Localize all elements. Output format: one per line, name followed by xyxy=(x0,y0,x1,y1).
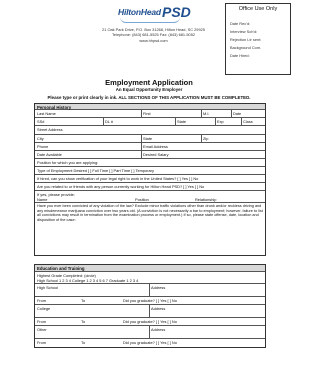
grade-options[interactable]: High School 1 2 3 4 College 1 2 3 4 5 6 … xyxy=(37,278,138,283)
office-use-box: Office Use Only Date Rec'd: Interview Sc… xyxy=(225,3,291,75)
other-school-row: Other Address xyxy=(35,326,265,339)
company-address: 21 Oak Park Drive, P.O. Box 31268, Hilto… xyxy=(96,27,211,43)
street-field[interactable]: Street Address xyxy=(37,127,63,132)
other-from-field[interactable]: From xyxy=(37,340,46,345)
dl-state-field[interactable]: State xyxy=(177,119,186,124)
college-address-field[interactable]: Address xyxy=(151,306,165,311)
high-school-row: High School Address xyxy=(35,284,265,297)
date-available-field[interactable]: Date Available xyxy=(37,152,62,157)
zip-field[interactable]: Zip xyxy=(203,136,208,141)
other-to-field[interactable]: To xyxy=(81,340,85,345)
availability-row: Date Available Desired Salary xyxy=(35,151,265,159)
other-address-field[interactable]: Address xyxy=(151,327,165,332)
interview-label: Interview Sch'd: xyxy=(230,29,258,34)
mi-field[interactable]: M.I. xyxy=(203,111,209,116)
ssn-field[interactable]: SS# xyxy=(37,119,44,124)
name-row: Last Name First M.I. Date xyxy=(35,110,265,118)
form-notice: Please type or print clearly in ink. ALL… xyxy=(47,95,251,100)
verification-question[interactable]: If hired, can you show verification of y… xyxy=(37,176,198,181)
conviction-question[interactable]: Have you ever been convicted of any viol… xyxy=(35,203,265,223)
college-to-field[interactable]: To xyxy=(81,319,85,324)
employment-type-options[interactable]: Type of Employment Desired [ ] Full Time… xyxy=(37,168,154,173)
form-title: Employment Application xyxy=(105,78,193,87)
last-name-field[interactable]: Last Name xyxy=(37,111,56,116)
high-school-dates-row: From To Did you graduate? [ ] Yes [ ] No xyxy=(35,297,265,305)
hs-graduate-question[interactable]: Did you graduate? [ ] Yes [ ] No xyxy=(123,298,177,303)
phone-line: Telephone: (843) 681-5525 Fax: (843) 681… xyxy=(111,32,196,38)
logo-swoosh xyxy=(120,17,180,23)
other-graduate-question[interactable]: Did you graduate? [ ] Yes [ ] No xyxy=(123,340,177,345)
relative-position-field[interactable]: Position xyxy=(135,197,149,202)
relationship-field[interactable]: Relationship xyxy=(195,197,216,202)
hs-to-field[interactable]: To xyxy=(81,298,85,303)
dl-class-field[interactable]: Class xyxy=(243,119,253,124)
office-use-title: Office Use Only xyxy=(238,6,278,12)
high-school-address-field[interactable]: Address xyxy=(151,285,165,290)
employment-type-row: Type of Employment Desired [ ] Full Time… xyxy=(35,167,265,175)
background-label: Background Com. xyxy=(230,45,262,50)
college-from-field[interactable]: From xyxy=(37,319,46,324)
date-field[interactable]: Date xyxy=(233,111,241,116)
personal-history-table: Personal History Last Name First M.I. Da… xyxy=(34,103,266,256)
phone-row: Phone Email Address xyxy=(35,143,265,151)
hs-from-field[interactable]: From xyxy=(37,298,46,303)
date-received-label: Date Rec'd: xyxy=(230,21,251,26)
position-row: Position for which you are applying: xyxy=(35,159,265,167)
city-row: City State Zip xyxy=(35,135,265,143)
form-subtitle: An Equal Opportunity Employer xyxy=(115,87,183,92)
street-row: Street Address xyxy=(35,126,265,135)
section-heading: Education and Training xyxy=(35,265,265,272)
other-school-field[interactable]: Other xyxy=(37,327,47,332)
state-field[interactable]: State xyxy=(143,136,152,141)
relative-name-field[interactable]: Name xyxy=(37,197,47,202)
related-row: Are you related to or friends with any p… xyxy=(35,183,265,191)
rejection-label: Rejection Ltr sent: xyxy=(230,37,262,42)
grade-row: Highest Grade Completed: (circle) High S… xyxy=(35,272,265,284)
phone-field[interactable]: Phone xyxy=(37,144,48,149)
highest-grade-label: Highest Grade Completed: (circle) xyxy=(37,272,96,278)
position-field[interactable]: Position for which you are applying: xyxy=(37,160,98,165)
email-field[interactable]: Email Address xyxy=(143,144,168,149)
college-row: College Address xyxy=(35,305,265,318)
college-field[interactable]: College xyxy=(37,306,50,311)
logo-name: HiltonHead xyxy=(118,7,161,17)
dl-field[interactable]: DL # xyxy=(105,119,113,124)
dl-exp-field[interactable]: Exp xyxy=(217,119,224,124)
first-name-field[interactable]: First xyxy=(143,111,151,116)
conviction-row: Have you ever been convicted of any viol… xyxy=(35,203,265,255)
company-logo: HiltonHead PSD xyxy=(118,4,196,25)
ssn-row: SS# DL # State Exp Class xyxy=(35,118,265,126)
desired-salary-field[interactable]: Desired Salary xyxy=(143,152,169,157)
if-yes-label: If yes, please provide: xyxy=(37,191,75,197)
college-dates-row: From To Did you graduate? [ ] Yes [ ] No xyxy=(35,318,265,326)
city-field[interactable]: City xyxy=(37,136,44,141)
education-table: Education and Training Highest Grade Com… xyxy=(34,264,266,348)
verification-row: If hired, can you show verification of y… xyxy=(35,175,265,183)
high-school-field[interactable]: High School xyxy=(37,285,58,290)
website-line: www.hhpsd.com xyxy=(139,37,168,43)
college-graduate-question[interactable]: Did you graduate? [ ] Yes [ ] No xyxy=(123,319,177,324)
if-yes-row: If yes, please provide: Name Position Re… xyxy=(35,191,265,203)
other-dates-row: From To Did you graduate? [ ] Yes [ ] No xyxy=(35,339,265,347)
date-hired-label: Date Hired: xyxy=(230,53,250,58)
related-question[interactable]: Are you related to or friends with any p… xyxy=(37,184,204,189)
